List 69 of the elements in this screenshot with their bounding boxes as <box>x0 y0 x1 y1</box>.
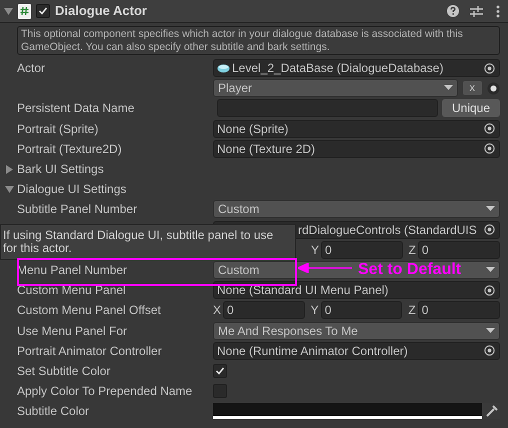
checkmark-icon <box>38 6 48 16</box>
dropdown[interactable]: Player <box>213 79 458 98</box>
object-picker-icon[interactable] <box>484 345 495 356</box>
foldout-label[interactable]: Bark UI Settings <box>17 160 104 178</box>
radio-icon[interactable] <box>487 82 500 95</box>
annotation-label: Set to Default <box>358 260 462 280</box>
color-swatch[interactable] <box>213 403 482 420</box>
number-field[interactable]: 0 <box>418 240 500 259</box>
axis-label: Y <box>310 302 319 320</box>
caret-icon <box>486 328 495 334</box>
object-field[interactable]: None (Texture 2D) <box>213 140 500 158</box>
field-value: None (Runtime Animator Controller) <box>217 342 409 359</box>
field-value: None (Standard UI Menu Panel) <box>217 282 390 298</box>
number-field[interactable]: 0 <box>223 301 305 320</box>
field-label: Subtitle Color <box>17 403 90 420</box>
field-value: None (Texture 2D) <box>217 140 316 157</box>
field-label: Portrait (Sprite) <box>17 120 100 138</box>
axis-label: Z <box>408 302 416 320</box>
field-value: Level_2_DataBase (DialogueDatabase) <box>232 60 444 76</box>
expanded-triangle-icon[interactable] <box>5 184 14 194</box>
field-label: Persistent Data Name <box>17 100 136 118</box>
caret-icon <box>444 85 452 92</box>
object-field[interactable]: None (Sprite) <box>213 120 500 138</box>
field-label: Subtitle Panel Number <box>17 201 138 218</box>
checkmark-icon <box>215 366 225 376</box>
field-label: Custom Menu Panel Offset <box>17 302 162 320</box>
dropdown[interactable]: Custom <box>213 200 500 218</box>
axis-label: Z <box>408 242 416 259</box>
field-label: Portrait Animator Controller <box>17 342 163 360</box>
field-label: Actor <box>17 60 46 78</box>
dropdown[interactable]: Me And Responses To Me <box>213 322 500 340</box>
field-label: Portrait (Texture2D) <box>17 140 123 158</box>
object-picker-icon[interactable] <box>484 224 495 236</box>
object-picker-icon[interactable] <box>484 284 495 296</box>
number-field[interactable]: 0 <box>321 240 402 259</box>
script-icon <box>18 4 31 18</box>
clear-button[interactable]: x <box>462 81 482 96</box>
object-field[interactable]: None (Runtime Animator Controller) <box>213 342 500 360</box>
caret-icon <box>486 206 495 212</box>
checkbox[interactable] <box>213 364 227 378</box>
caret-icon <box>486 266 495 273</box>
help-icon[interactable] <box>447 5 459 17</box>
unique-button[interactable]: Unique <box>442 99 500 118</box>
object-picker-icon[interactable] <box>484 143 495 154</box>
database-icon <box>217 64 230 73</box>
foldout-label[interactable]: Dialogue UI Settings <box>17 180 126 198</box>
axis-label: Y <box>311 242 320 259</box>
field-label: Apply Color To Prepended Name <box>17 383 194 400</box>
axis-label: X <box>213 302 222 320</box>
number-field[interactable]: 0 <box>320 301 402 320</box>
pointer-arrow <box>298 263 352 273</box>
sliders-icon[interactable] <box>470 5 483 17</box>
field-value: rdDialogueControls (StandardUIS <box>298 222 478 239</box>
object-picker-icon[interactable] <box>484 123 495 134</box>
collapse-triangle-icon[interactable] <box>4 6 13 16</box>
field-label: Use Menu Panel For <box>17 322 128 340</box>
field-label: Custom Menu Panel <box>17 282 127 300</box>
field-label: Set Subtitle Color <box>17 362 112 380</box>
collapsed-triangle-icon[interactable] <box>5 164 14 174</box>
object-field[interactable]: None (Standard UI Menu Panel) <box>213 281 500 300</box>
help-box: This optional component specifies which actor in your dialogue database is associated with this GameObject. You can also specify other subtitle and bark settings. <box>17 26 500 55</box>
more-options-icon[interactable] <box>496 4 500 18</box>
object-field[interactable]: Level_2_DataBase (DialogueDatabase) <box>213 59 500 78</box>
object-picker-icon[interactable] <box>484 62 495 74</box>
component-title: Dialogue Actor <box>55 2 148 20</box>
enabled-checkbox[interactable] <box>36 4 50 18</box>
tooltip: If using Standard Dialogue UI, subtitle panel to use for this actor. <box>0 224 296 260</box>
field-value: None (Sprite) <box>217 120 290 137</box>
number-field[interactable]: 0 <box>418 301 500 320</box>
